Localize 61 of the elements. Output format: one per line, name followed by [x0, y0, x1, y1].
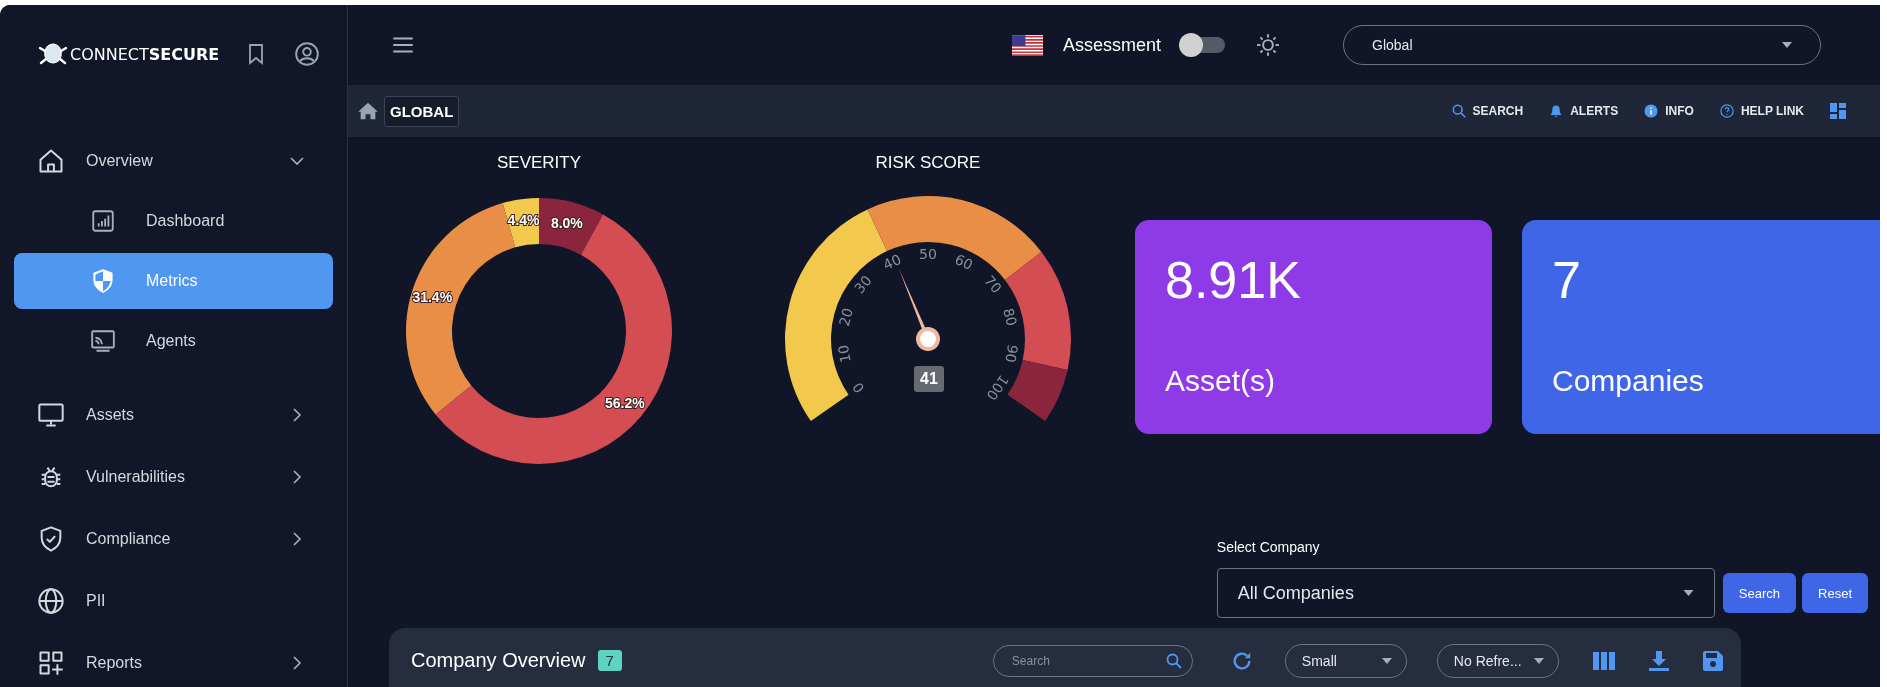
search-icon	[1165, 652, 1182, 669]
slice-label: 56.2%	[605, 394, 645, 411]
reset-button[interactable]: Reset	[1802, 573, 1868, 613]
nav-item[interactable]: PII	[14, 573, 333, 629]
search-icon	[1451, 104, 1466, 118]
user-icon[interactable]	[294, 41, 320, 67]
search-button[interactable]: Search	[1722, 573, 1797, 613]
gauge-tick-label: 90	[1002, 343, 1022, 364]
count-badge: 7	[597, 650, 622, 671]
bell-icon	[1549, 104, 1564, 118]
gauge-tick-label: 50	[919, 246, 937, 262]
slice-label: 8.0%	[550, 214, 583, 231]
logo: CONNECTSECURE	[38, 42, 244, 66]
gauge-tick-label: 10	[834, 343, 854, 364]
nav-item[interactable]: Assets	[14, 387, 333, 443]
toolbar-link[interactable]: ALERTS	[1549, 104, 1619, 118]
chart-title: SEVERITY	[496, 153, 582, 173]
dashboard-layout-icon[interactable]	[1830, 103, 1846, 119]
gauge-tick-label: 30	[851, 272, 875, 297]
panel-title: Company Overview	[411, 649, 586, 672]
stat-value: 7	[1552, 250, 1582, 310]
stat-value: 8.91K	[1165, 250, 1302, 310]
company-select[interactable]: All Companies	[1216, 568, 1715, 618]
caret-icon	[1533, 657, 1544, 664]
slice-label: 4.4%	[507, 212, 540, 229]
toolbar-link[interactable]: INFO	[1644, 104, 1694, 118]
save-icon[interactable]	[1702, 650, 1723, 671]
info-icon	[1644, 104, 1659, 118]
nav-item[interactable]: Agents	[14, 313, 333, 369]
caret-icon	[1381, 657, 1392, 664]
breadcrumb-label[interactable]: GLOBAL	[384, 95, 460, 127]
chart-title: RISK SCORE	[875, 153, 981, 173]
help-icon	[1719, 104, 1734, 118]
gauge-tick-label: 60	[952, 250, 976, 273]
field-label: Select Company	[1216, 539, 1321, 555]
nav-item[interactable]: Dashboard	[14, 193, 333, 249]
stat-label: Companies	[1552, 364, 1705, 398]
nav-item[interactable]: Vulnerabilities	[14, 449, 333, 505]
nav-item[interactable]: Reports	[14, 635, 333, 687]
stat-label: Asset(s)	[1165, 364, 1276, 398]
caret-icon	[1682, 590, 1694, 596]
mode-label: Assessment	[1063, 34, 1162, 56]
gauge-reading: 41	[914, 366, 944, 392]
flag-icon[interactable]	[1012, 34, 1043, 56]
gauge-tick-label: 70	[981, 272, 1005, 297]
gauge-tick-label: 20	[835, 306, 856, 328]
download-icon[interactable]	[1648, 650, 1669, 671]
home-icon[interactable]	[358, 102, 378, 120]
caret-icon	[1782, 42, 1793, 48]
toolbar-link[interactable]: HELP LINK	[1719, 104, 1804, 118]
gauge-tick-label: 80	[1000, 306, 1021, 328]
nav-item[interactable]: Compliance	[14, 511, 333, 567]
gauge-tick-label: 40	[880, 250, 904, 273]
toolbar-link[interactable]: SEARCH	[1451, 104, 1524, 118]
gauge-tick-label: 0	[849, 379, 868, 396]
sun-icon[interactable]	[1255, 32, 1282, 58]
slice-label: 31.4%	[412, 289, 453, 306]
refresh-icon[interactable]	[1230, 649, 1253, 672]
nav-item[interactable]: Overview	[14, 133, 333, 189]
search-input[interactable]: Search	[1009, 652, 1166, 669]
columns-icon[interactable]	[1592, 651, 1615, 670]
